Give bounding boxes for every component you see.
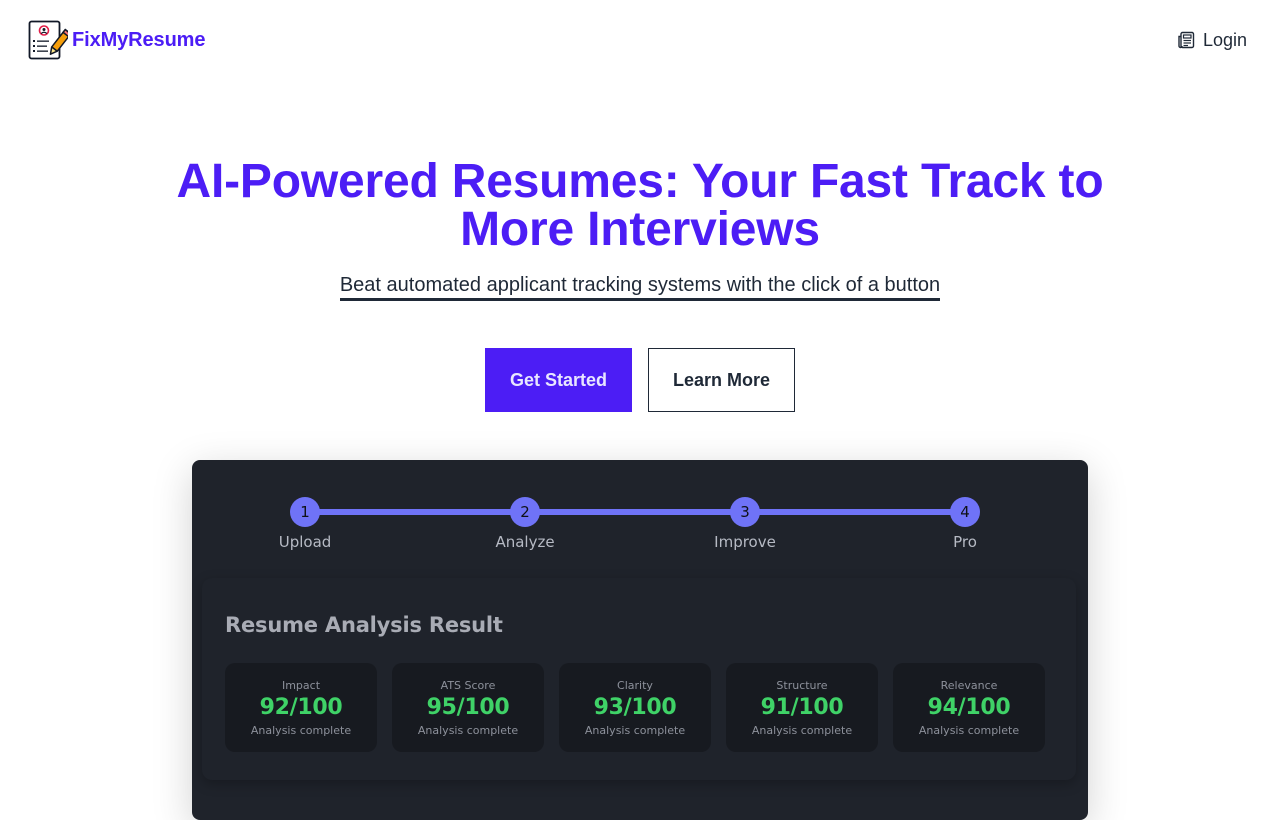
step-upload[interactable]: 1 Upload [245, 497, 365, 551]
step-number: 4 [950, 497, 980, 527]
newspaper-icon [1178, 31, 1195, 49]
get-started-button[interactable]: Get Started [485, 348, 632, 412]
metric-status: Analysis complete [417, 723, 519, 737]
metrics-row: Impact 92/100 Analysis complete ATS Scor… [225, 663, 1045, 752]
hero-title-line-1: AI-Powered Resumes: Your Fast Track to [176, 155, 1104, 208]
metric-score: 94/100 [927, 694, 1011, 720]
step-number: 2 [510, 497, 540, 527]
metric-score: 93/100 [593, 694, 677, 720]
metric-score: 95/100 [426, 694, 510, 720]
site-header: FixMyResume Login [0, 0, 1280, 80]
result-title: Resume Analysis Result [225, 613, 503, 637]
analysis-result-card: Resume Analysis Result Impact 92/100 Ana… [202, 578, 1076, 780]
step-number: 1 [290, 497, 320, 527]
metric-card-structure: Structure 91/100 Analysis complete [726, 663, 878, 752]
learn-more-button[interactable]: Learn More [648, 348, 795, 412]
step-pro[interactable]: 4 Pro [905, 497, 1025, 551]
metric-status: Analysis complete [751, 723, 853, 737]
metric-card-clarity: Clarity 93/100 Analysis complete [559, 663, 711, 752]
metric-status: Analysis complete [918, 723, 1020, 737]
hero-title-line-2: More Interviews [460, 203, 820, 256]
metric-name: Relevance [940, 678, 998, 692]
progress-stepper: 1 Upload 2 Analyze 3 Improve 4 Pro [192, 460, 1088, 570]
step-label: Improve [714, 533, 776, 551]
hero-subtitle: Beat automated applicant tracking system… [339, 273, 941, 301]
hero-subtitle-wrap: Beat automated applicant tracking system… [0, 273, 1280, 301]
step-improve[interactable]: 3 Improve [685, 497, 805, 551]
metric-name: Impact [281, 678, 321, 692]
metric-name: Clarity [617, 678, 653, 692]
login-button[interactable]: Login [1177, 30, 1247, 51]
step-analyze[interactable]: 2 Analyze [465, 497, 585, 551]
step-label: Analyze [495, 533, 555, 551]
step-number: 3 [730, 497, 760, 527]
stepper-line [305, 509, 965, 515]
login-label: Login [1202, 29, 1247, 50]
metric-name: Structure [776, 678, 828, 692]
metric-card-ats-score: ATS Score 95/100 Analysis complete [392, 663, 544, 752]
step-label: Upload [278, 533, 332, 551]
cta-group: Get Started Learn More [0, 348, 1280, 412]
metric-score: 91/100 [760, 694, 844, 720]
metric-score: 92/100 [259, 694, 343, 720]
metric-card-relevance: Relevance 94/100 Analysis complete [893, 663, 1045, 752]
metric-status: Analysis complete [584, 723, 686, 737]
hero-title: AI-Powered Resumes: Your Fast Track to M… [0, 158, 1280, 254]
brand-name: FixMyResume [72, 28, 206, 51]
metric-name: ATS Score [440, 678, 496, 692]
metric-status: Analysis complete [250, 723, 352, 737]
metric-card-impact: Impact 92/100 Analysis complete [225, 663, 377, 752]
brand-link[interactable]: FixMyResume [28, 20, 206, 60]
resume-pencil-icon [28, 20, 68, 60]
product-preview-panel: 1 Upload 2 Analyze 3 Improve 4 Pro Resum… [192, 460, 1088, 820]
step-label: Pro [953, 533, 977, 551]
